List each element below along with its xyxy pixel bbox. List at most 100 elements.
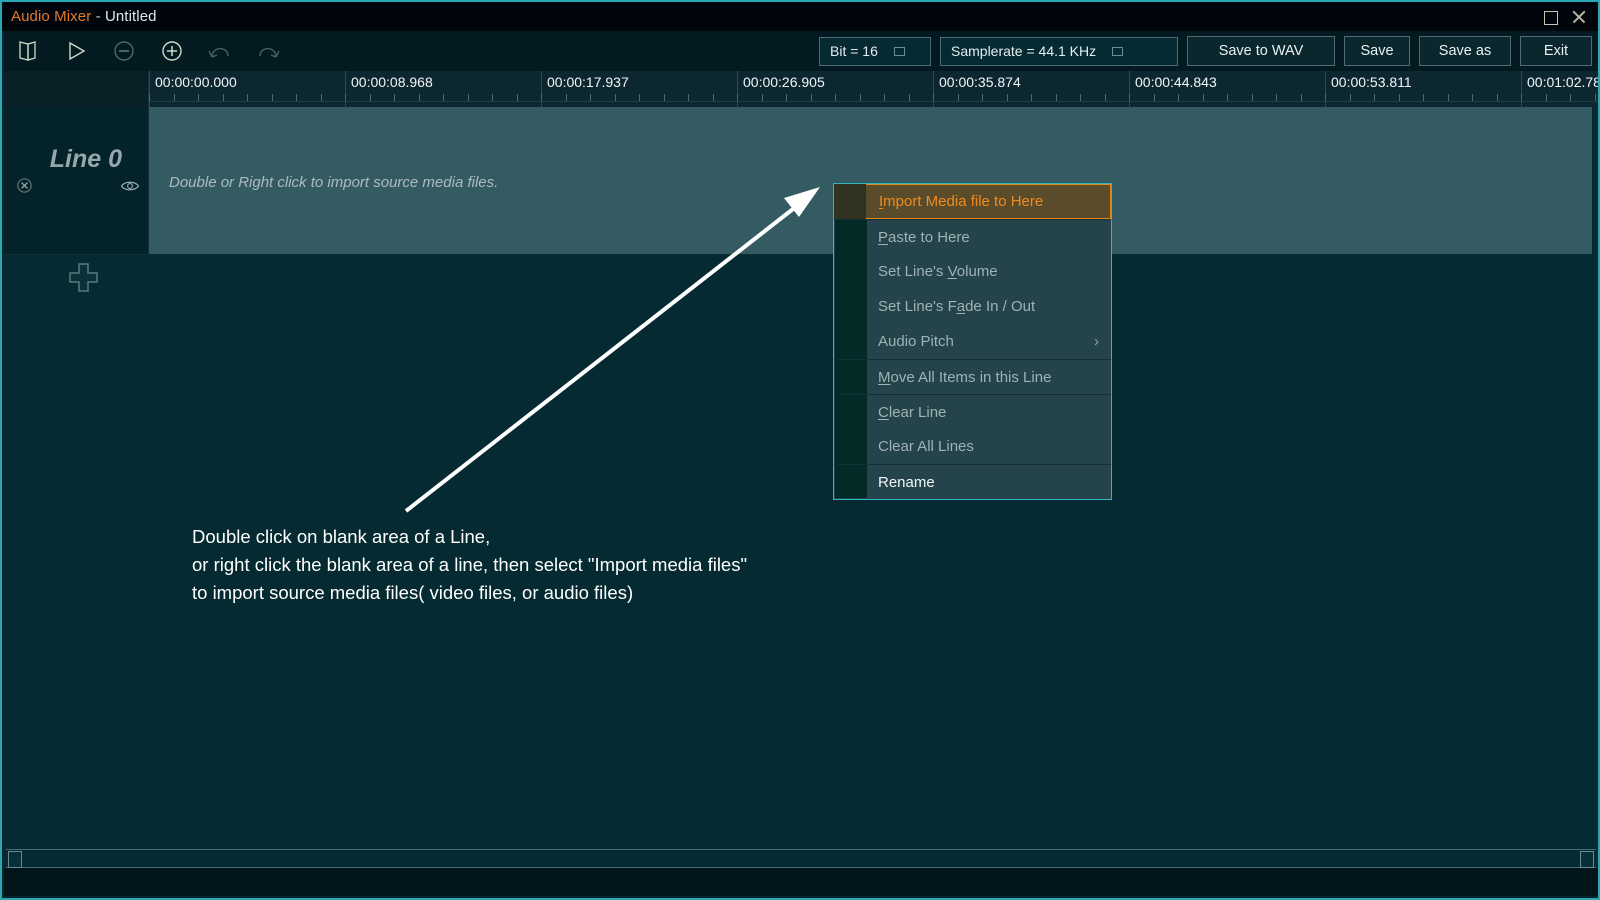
ruler-minor-tick [1546,94,1547,101]
ruler-minor-tick [223,94,224,101]
ruler-minor-tick [1056,94,1057,101]
context-menu-item[interactable]: Move All Items in this Line [834,359,1111,394]
visibility-eye-icon[interactable] [120,179,140,193]
annotation-line-1: Double click on blank area of a Line, [192,526,491,547]
ruler-minor-tick [1472,94,1473,101]
title-bar: Audio Mixer - Untitled [2,2,1598,31]
maximize-icon[interactable] [1543,9,1559,25]
context-menu-item-label: Move All Items in this Line [878,368,1052,386]
context-menu-item[interactable]: Audio Pitch › [834,324,1111,359]
ruler-minor-tick [1227,94,1228,101]
context-menu-item[interactable]: Import Media file to Here [834,184,1111,219]
ruler-minor-tick [1374,94,1375,101]
ruler-minor-tick [1497,94,1498,101]
ruler-minor-tick [419,94,420,101]
save-to-wav-button[interactable]: Save to WAV [1187,36,1335,66]
save-button[interactable]: Save [1344,36,1410,66]
ruler-minor-tick [982,94,983,101]
ruler-time-label: 00:00:08.968 [351,74,433,90]
scroll-right-arrow[interactable] [1580,851,1594,868]
ruler-baseline [149,101,1598,102]
chevron-down-icon [893,46,905,56]
annotation-text: Double click on blank area of a Line, or… [192,523,747,607]
ruler-time-label: 00:00:17.937 [547,74,629,90]
ruler-minor-tick [1178,94,1179,101]
line-label: Line 0 [49,145,122,173]
ruler-minor-tick [835,94,836,101]
ruler-minor-tick [615,94,616,101]
ruler-minor-tick [321,94,322,101]
ruler-minor-tick [1301,94,1302,101]
ruler-minor-tick [1399,94,1400,101]
context-menu-item-gutter [834,184,866,219]
window-controls [1543,9,1598,25]
remove-line-icon[interactable] [17,178,32,193]
line-track-hint: Double or Right click to import source m… [169,174,499,191]
ruler-minor-tick [639,94,640,101]
submenu-chevron-icon: › [1094,333,1099,350]
ruler-minor-tick [174,94,175,101]
ruler-minor-tick [1570,94,1571,101]
context-menu-item-label: Audio Pitch [878,333,954,350]
ruler-corner [4,71,149,107]
annotation-line-2: or right click the blank area of a line,… [192,554,748,575]
status-bar [4,868,1598,896]
context-menu-item-label: Clear All Lines [878,438,974,455]
ruler-minor-tick [1007,94,1008,101]
ruler-minor-tick [860,94,861,101]
save-as-button[interactable]: Save as [1419,36,1511,66]
context-menu-item-label: Import Media file to Here [879,193,1044,210]
ruler-minor-tick [664,94,665,101]
line-header[interactable]: Line 0 [4,107,149,255]
ruler-minor-tick [541,94,542,101]
context-menu-item[interactable]: Set Line's Volume [834,254,1111,289]
ruler-minor-tick [909,94,910,101]
zoom-in-icon[interactable] [148,32,196,70]
window-title: Audio Mixer - Untitled [11,8,157,25]
exit-button[interactable]: Exit [1520,36,1592,66]
ruler-minor-tick [345,94,346,101]
ruler-time-label: 00:00:00.000 [155,74,237,90]
ruler-minor-tick [1350,94,1351,101]
samplerate-dropdown[interactable]: Samplerate = 44.1 KHz [940,36,1178,66]
ruler-minor-tick [1423,94,1424,101]
zoom-out-icon[interactable] [100,32,148,70]
scroll-left-arrow[interactable] [8,851,22,868]
undo-icon[interactable] [196,32,244,70]
ruler-minor-tick [737,94,738,101]
ruler-minor-tick [492,94,493,101]
ruler-minor-tick [272,94,273,101]
ruler-minor-tick [468,94,469,101]
line-row: Line 0 Double or Right click to import s… [4,107,1598,255]
timeline-ruler[interactable]: 00:00:00.000 00:00:08.968 00:00:17.937 00:0… [149,71,1598,107]
redo-icon[interactable] [244,32,292,70]
window-title-separator: - [91,8,105,25]
context-menu-item[interactable]: Rename [834,464,1111,499]
ruler-minor-tick [1105,94,1106,101]
close-icon[interactable] [1571,9,1587,25]
audio-mixer-window: Audio Mixer - Untitled Bit = 16 Samplera… [0,0,1600,900]
toolbar-icon-group [4,32,292,70]
horizontal-scrollbar[interactable] [6,849,1596,868]
open-file-icon[interactable] [4,32,52,70]
ruler-minor-tick [762,94,763,101]
play-icon[interactable] [52,32,100,70]
ruler-minor-tick [1325,94,1326,101]
ruler-minor-tick [688,94,689,101]
bit-depth-dropdown[interactable]: Bit = 16 [819,36,931,66]
context-menu-item[interactable]: Set Line's Fade In / Out [834,289,1111,324]
context-menu-item[interactable]: Paste to Here [834,219,1111,254]
context-menu-item-label: Rename [878,473,935,491]
ruler-minor-tick [1129,94,1130,101]
toolbar: Bit = 16 Samplerate = 44.1 KHz Save to W… [4,31,1598,71]
ruler-minor-tick [296,94,297,101]
ruler-minor-tick [786,94,787,101]
context-menu-item[interactable]: Clear All Lines [834,429,1111,464]
ruler-minor-tick [884,94,885,101]
ruler-minor-tick [149,94,150,101]
context-menu-item[interactable]: Clear Line [834,394,1111,429]
line-context-menu: Import Media file to Here Paste to Here Se… [833,183,1112,500]
add-line-icon[interactable] [68,262,99,293]
ruler-time-label: 00:01:02.780 [1527,74,1598,90]
ruler-minor-tick [958,94,959,101]
